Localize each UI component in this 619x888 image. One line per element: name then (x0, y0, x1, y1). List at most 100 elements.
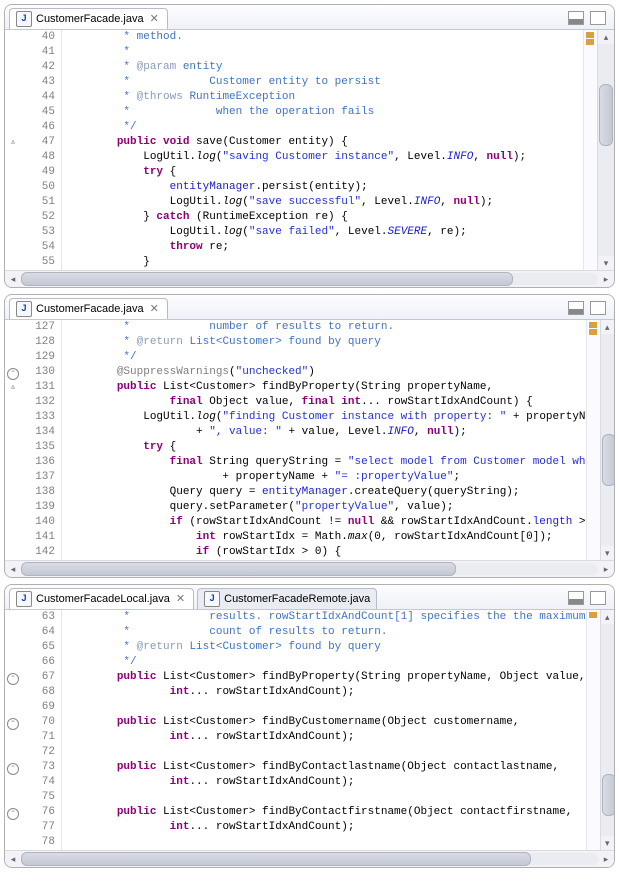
overview-mark[interactable] (589, 329, 597, 335)
code-column[interactable]: * results. rowStartIdxAndCount[1] specif… (62, 610, 586, 850)
gutter-marker[interactable] (5, 470, 21, 485)
maximize-button[interactable] (590, 301, 606, 315)
code-line[interactable]: * method. (64, 30, 583, 45)
overview-ruler[interactable] (586, 610, 600, 850)
gutter-marker[interactable] (5, 320, 21, 335)
close-icon[interactable]: ✕ (174, 592, 187, 605)
code-line[interactable] (64, 790, 586, 805)
overview-mark[interactable] (589, 612, 597, 618)
gutter-marker[interactable] (5, 730, 21, 745)
code-line[interactable] (64, 700, 586, 715)
code-line[interactable]: */ (64, 120, 583, 135)
code-line[interactable]: * (64, 45, 583, 60)
overview-mark[interactable] (589, 322, 597, 328)
code-line[interactable]: Query query = entityManager.createQuery(… (64, 485, 586, 500)
code-line[interactable]: * @throws RuntimeException (64, 90, 583, 105)
code-line[interactable]: final Object value, final int... rowStar… (64, 395, 586, 410)
code-column[interactable]: * method. * * @param entity * Customer e… (62, 30, 583, 270)
gutter-marker[interactable]: - (5, 670, 21, 685)
gutter-marker[interactable] (5, 105, 21, 120)
gutter-marker[interactable]: - (5, 715, 21, 730)
code-area[interactable]: ---- 63646566676869707172737475767778 * … (5, 610, 600, 850)
code-line[interactable]: if (rowStartIdx > 0) { (64, 545, 586, 560)
gutter-marker[interactable] (5, 700, 21, 715)
code-line[interactable]: * @return List<Customer> found by query (64, 335, 586, 350)
code-line[interactable]: if (rowStartIdxAndCount != null && rowSt… (64, 515, 586, 530)
gutter-marker[interactable]: - (5, 760, 21, 775)
code-line[interactable]: int... rowStartIdxAndCount); (64, 685, 586, 700)
gutter-marker[interactable] (5, 685, 21, 700)
code-line[interactable] (64, 835, 586, 850)
code-line[interactable]: public List<Customer> findByProperty(Str… (64, 380, 586, 395)
code-line[interactable]: int... rowStartIdxAndCount); (64, 820, 586, 835)
gutter-marker[interactable] (5, 530, 21, 545)
gutter-marker[interactable] (5, 335, 21, 350)
scroll-right-icon[interactable]: ▸ (598, 562, 614, 576)
gutter-marker[interactable] (5, 625, 21, 640)
code-line[interactable]: LogUtil.log("saving Customer instance", … (64, 150, 583, 165)
gutter-marker[interactable] (5, 90, 21, 105)
code-line[interactable]: + propertyName + "= :propertyValue"; (64, 470, 586, 485)
code-line[interactable]: * when the operation fails (64, 105, 583, 120)
gutter-marker[interactable] (5, 500, 21, 515)
overview-mark[interactable] (586, 39, 594, 45)
gutter-marker[interactable] (5, 790, 21, 805)
code-line[interactable]: } catch (RuntimeException re) { (64, 210, 583, 225)
scroll-down-icon[interactable]: ▾ (601, 546, 614, 560)
code-line[interactable]: final String queryString = "select model… (64, 455, 586, 470)
minimize-button[interactable] (568, 591, 584, 605)
gutter-marker[interactable] (5, 455, 21, 470)
tab-customerfacadelocal[interactable]: J CustomerFacadeLocal.java ✕ (9, 588, 194, 609)
scroll-left-icon[interactable]: ◂ (5, 562, 21, 576)
overview-ruler[interactable] (586, 320, 600, 560)
code-line[interactable] (64, 745, 586, 760)
code-line[interactable]: throw re; (64, 240, 583, 255)
scroll-left-icon[interactable]: ◂ (5, 852, 21, 866)
vertical-scrollbar[interactable]: ▴ ▾ (600, 320, 614, 560)
code-line[interactable]: } (64, 255, 583, 270)
vertical-scrollbar[interactable]: ▴ ▾ (600, 610, 615, 850)
gutter-marker[interactable] (5, 150, 21, 165)
code-line[interactable]: + ", value: " + value, Level.INFO, null)… (64, 425, 586, 440)
vertical-scrollbar[interactable]: ▴ ▾ (597, 30, 614, 270)
gutter-marker[interactable] (5, 745, 21, 760)
scroll-up-icon[interactable]: ▴ (601, 320, 614, 334)
overview-ruler[interactable] (583, 30, 597, 270)
code-line[interactable]: LogUtil.log("save successful", Level.INF… (64, 195, 583, 210)
code-line[interactable]: * @return List<Customer> found by query (64, 640, 586, 655)
gutter-marker[interactable] (5, 60, 21, 75)
horizontal-scrollbar[interactable]: ◂ ▸ (5, 560, 614, 577)
gutter-marker[interactable] (5, 440, 21, 455)
code-line[interactable]: * count of results to return. (64, 625, 586, 640)
code-line[interactable]: * results. rowStartIdxAndCount[1] specif… (64, 610, 586, 625)
code-line[interactable]: * @param entity (64, 60, 583, 75)
gutter-marker[interactable] (5, 775, 21, 790)
gutter-marker[interactable] (5, 210, 21, 225)
code-line[interactable]: * Customer entity to persist (64, 75, 583, 90)
gutter-marker[interactable] (5, 225, 21, 240)
gutter-marker[interactable] (5, 425, 21, 440)
gutter-marker[interactable] (5, 165, 21, 180)
gutter-marker[interactable] (5, 350, 21, 365)
code-line[interactable]: LogUtil.log("finding Customer instance w… (64, 410, 586, 425)
horizontal-scrollbar[interactable]: ◂ ▸ (5, 270, 614, 287)
code-line[interactable]: public List<Customer> findByContactlastn… (64, 760, 586, 775)
gutter-marker[interactable] (5, 655, 21, 670)
gutter-marker[interactable]: - (5, 365, 21, 380)
gutter-marker[interactable] (5, 255, 21, 270)
code-line[interactable]: public void save(Customer entity) { (64, 135, 583, 150)
code-line[interactable]: entityManager.persist(entity); (64, 180, 583, 195)
code-line[interactable]: */ (64, 655, 586, 670)
code-area[interactable]: ▵ 40414243444546474849505152535455 * met… (5, 30, 597, 270)
gutter-marker[interactable] (5, 240, 21, 255)
scroll-up-icon[interactable]: ▴ (598, 30, 614, 44)
gutter-marker[interactable] (5, 515, 21, 530)
code-line[interactable]: try { (64, 165, 583, 180)
code-line[interactable]: public List<Customer> findByCustomername… (64, 715, 586, 730)
horizontal-scrollbar[interactable]: ◂ ▸ (5, 850, 614, 867)
gutter-marker[interactable] (5, 75, 21, 90)
scroll-up-icon[interactable]: ▴ (601, 610, 615, 624)
gutter-marker[interactable] (5, 410, 21, 425)
gutter-marker[interactable] (5, 180, 21, 195)
code-line[interactable]: query.setParameter("propertyValue", valu… (64, 500, 586, 515)
